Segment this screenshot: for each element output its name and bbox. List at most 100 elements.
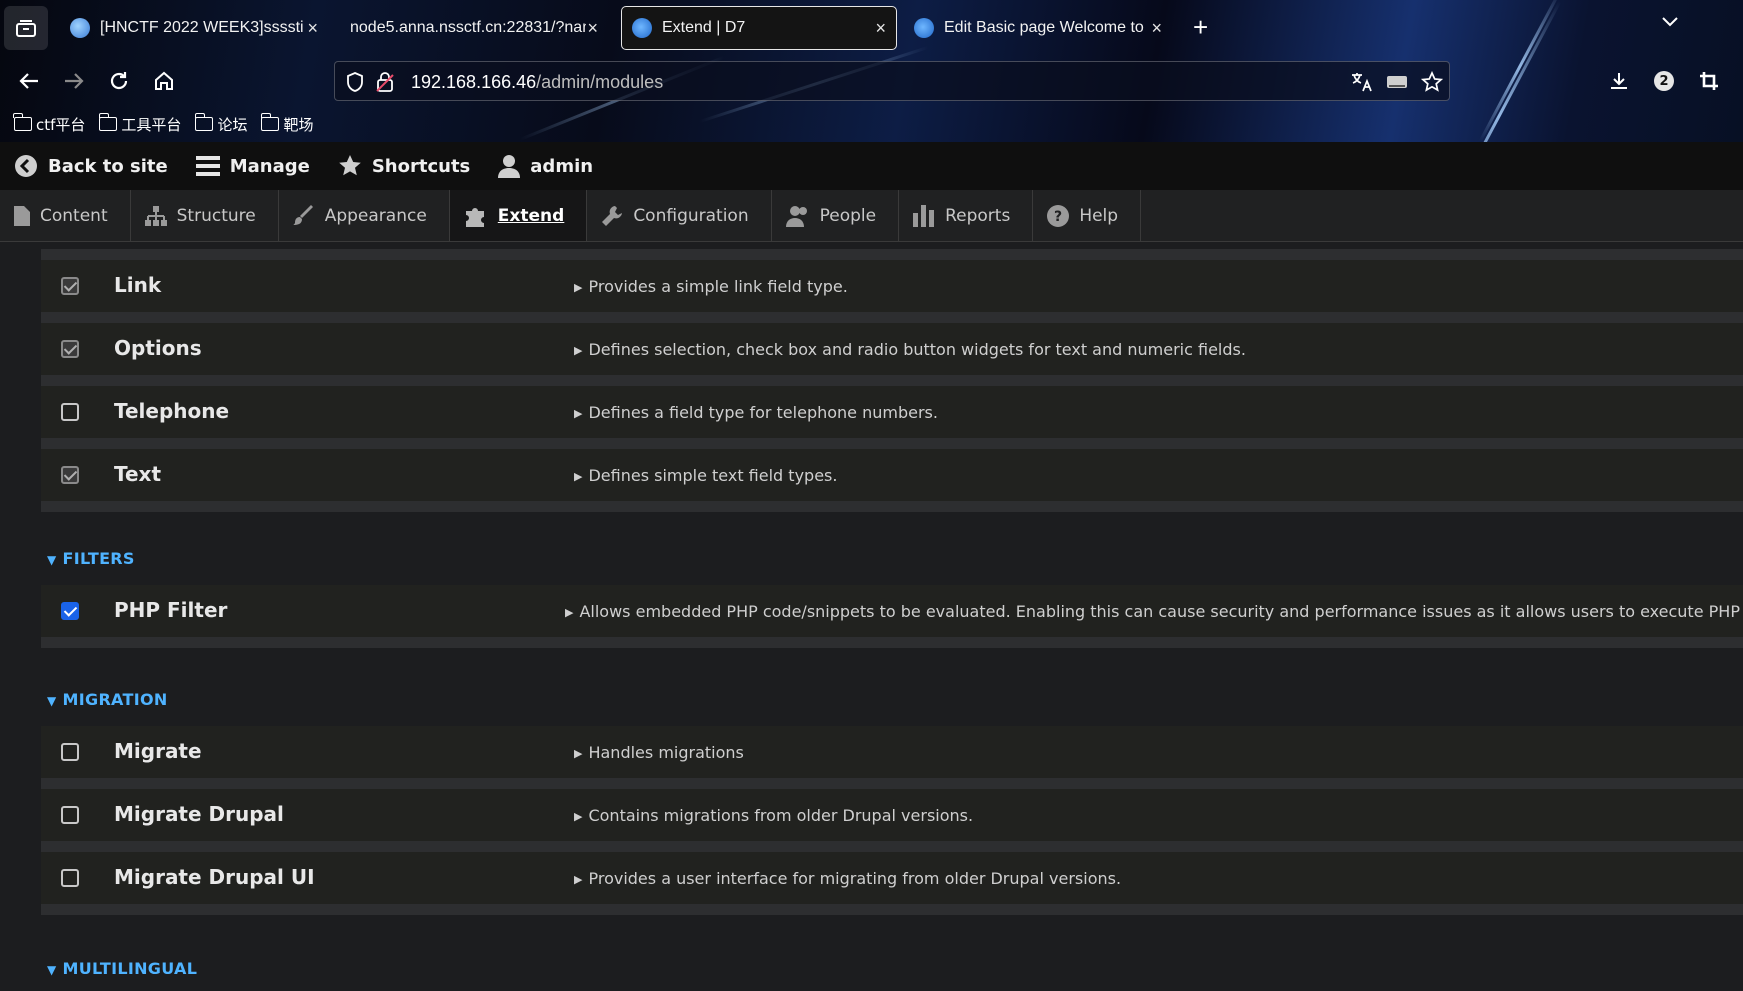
module-name[interactable]: Migrate Drupal UI <box>114 865 315 889</box>
manage-label: Manage <box>229 155 310 177</box>
module-name[interactable]: Migrate <box>114 739 202 763</box>
back-to-site-link[interactable]: Back to site <box>0 142 182 190</box>
module-name[interactable]: Telephone <box>114 399 229 423</box>
module-description-toggle[interactable]: ▶ Defines a field type for telephone numb… <box>574 403 938 422</box>
tab-overview-button[interactable] <box>4 6 48 50</box>
module-description-toggle[interactable]: ▶ Defines simple text field types. <box>574 466 837 485</box>
new-tab-button[interactable]: + <box>1193 12 1208 43</box>
module-description: Defines simple text field types. <box>588 466 838 485</box>
tab-hnctf[interactable]: [HNCTF 2022 WEEK3]sssstі | N × <box>60 6 328 50</box>
module-description: Contains migrations from older Drupal ve… <box>588 806 974 825</box>
module-checkbox[interactable] <box>61 806 79 824</box>
tray-item-reports[interactable]: Reports <box>899 190 1034 241</box>
bookmark-label: 论坛 <box>217 115 248 134</box>
group-title: MULTILINGUAL <box>62 959 198 978</box>
bookmark-folder-ctf[interactable]: ctf平台 <box>13 113 85 135</box>
bookmark-label: 靶场 <box>283 115 314 134</box>
browser-chrome: [HNCTF 2022 WEEK3]sssstі | N × node5.ann… <box>0 0 1743 142</box>
module-name[interactable]: PHP Filter <box>114 598 227 622</box>
module-description-toggle[interactable]: ▶ Contains migrations from older Drupal v… <box>574 806 973 825</box>
shield-icon[interactable] <box>345 71 365 93</box>
module-checkbox[interactable] <box>61 403 79 421</box>
list-all-tabs-button[interactable] <box>1660 14 1680 34</box>
triangle-right-icon: ▶ <box>574 873 583 886</box>
tab-edit-basic-page[interactable]: Edit Basic page Welcome to D × <box>904 6 1172 50</box>
bookmark-folder-forum[interactable]: 论坛 <box>194 113 248 135</box>
tab-extend-active[interactable]: Extend | D7 × <box>621 6 897 50</box>
bookmark-star-icon[interactable] <box>1421 71 1443 93</box>
forward-button[interactable] <box>59 66 89 96</box>
tray-item-structure[interactable]: Structure <box>131 190 279 241</box>
triangle-right-icon: ▶ <box>574 344 583 357</box>
group-toggle-multilingual[interactable]: ▼ MULTILINGUAL <box>47 959 197 978</box>
svg-text:?: ? <box>1054 209 1062 225</box>
tab-close-icon[interactable]: × <box>1151 18 1162 39</box>
folder-icon <box>98 113 118 131</box>
extensions-badge-button[interactable]: 2 <box>1649 66 1679 96</box>
reader-view-icon[interactable] <box>1385 72 1409 92</box>
module-description-toggle[interactable]: ▶ Defines selection, check box and radio … <box>574 340 1246 359</box>
user-label: admin <box>530 155 594 177</box>
bookmark-folder-tools[interactable]: 工具平台 <box>98 113 181 135</box>
tray-item-configuration[interactable]: Configuration <box>587 190 772 241</box>
tab-close-icon[interactable]: × <box>587 18 598 39</box>
tab-node5[interactable]: node5.anna.nssctf.cn:22831/?name= × <box>340 6 608 50</box>
module-name[interactable]: Options <box>114 336 202 360</box>
module-checkbox[interactable] <box>61 602 79 620</box>
module-description: Handles migrations <box>588 743 744 762</box>
reload-button[interactable] <box>104 66 134 96</box>
group-toggle-migration[interactable]: ▼ MIGRATION <box>47 690 168 709</box>
module-row-migrate: Migrate ▶ Handles migrations <box>41 726 1743 778</box>
back-button[interactable] <box>14 66 44 96</box>
tab-close-icon[interactable]: × <box>875 18 886 39</box>
module-row-migrate-drupal-ui: Migrate Drupal UI ▶ Provides a user inter… <box>41 852 1743 904</box>
lock-icon[interactable] <box>375 71 395 93</box>
module-checkbox[interactable] <box>61 869 79 887</box>
module-description-toggle[interactable]: ▶ Provides a user interface for migrating… <box>574 869 1121 888</box>
triangle-down-icon: ▼ <box>47 553 57 567</box>
module-name[interactable]: Link <box>114 273 161 297</box>
triangle-right-icon: ▶ <box>574 470 583 483</box>
shortcuts-tab[interactable]: Shortcuts <box>324 142 484 190</box>
manage-tab[interactable]: Manage <box>182 142 324 190</box>
downloads-button[interactable] <box>1604 66 1634 96</box>
tab-favicon-icon <box>70 18 90 38</box>
bookmark-folder-range[interactable]: 靶场 <box>260 113 314 135</box>
module-row-telephone: Telephone ▶ Defines a field type for tele… <box>41 386 1743 438</box>
tray-item-extend[interactable]: Extend <box>449 190 588 241</box>
url-bar[interactable]: 192.168.166.46/admin/modules <box>334 61 1450 101</box>
url-text[interactable]: 192.168.166.46/admin/modules <box>411 72 663 93</box>
module-row-migrate-drupal: Migrate Drupal ▶ Contains migrations from… <box>41 789 1743 841</box>
module-description-toggle[interactable]: ▶ Allows embedded PHP code/snippets to be… <box>565 602 1743 621</box>
module-checkbox <box>61 466 79 484</box>
module-row-text: Text ▶ Defines simple text field types. <box>41 449 1743 501</box>
user-tab[interactable]: admin <box>484 142 607 190</box>
url-path: /admin/modules <box>536 72 664 92</box>
triangle-right-icon: ▶ <box>574 810 583 823</box>
file-icon <box>14 205 30 226</box>
tab-close-icon[interactable]: × <box>307 18 318 39</box>
tray-item-help[interactable]: ? Help <box>1033 190 1142 241</box>
tray-item-content[interactable]: Content <box>0 190 131 241</box>
module-description: Allows embedded PHP code/snippets to be … <box>579 602 1743 621</box>
translate-icon[interactable] <box>1350 71 1374 93</box>
module-checkbox[interactable] <box>61 743 79 761</box>
help-circle-icon: ? <box>1047 204 1070 227</box>
module-row-php-filter: PHP Filter ▶ Allows embedded PHP code/sni… <box>41 585 1743 637</box>
tray-item-people[interactable]: People <box>772 190 900 241</box>
home-button[interactable] <box>149 66 179 96</box>
triangle-right-icon: ▶ <box>565 606 574 619</box>
triangle-right-icon: ▶ <box>574 281 583 294</box>
group-toggle-filters[interactable]: ▼ FILTERS <box>47 549 135 568</box>
back-arrow-icon <box>19 73 38 89</box>
triangle-right-icon: ▶ <box>574 407 583 420</box>
module-name[interactable]: Migrate Drupal <box>114 802 284 826</box>
tab-title: Extend | D7 <box>662 19 746 36</box>
screenshot-button[interactable] <box>1694 66 1724 96</box>
reload-icon <box>110 72 128 90</box>
module-description: Defines selection, check box and radio b… <box>588 340 1246 359</box>
module-description-toggle[interactable]: ▶ Handles migrations <box>574 743 744 762</box>
module-description-toggle[interactable]: ▶ Provides a simple link field type. <box>574 277 848 296</box>
module-name[interactable]: Text <box>114 462 161 486</box>
tray-item-appearance[interactable]: Appearance <box>279 190 450 241</box>
